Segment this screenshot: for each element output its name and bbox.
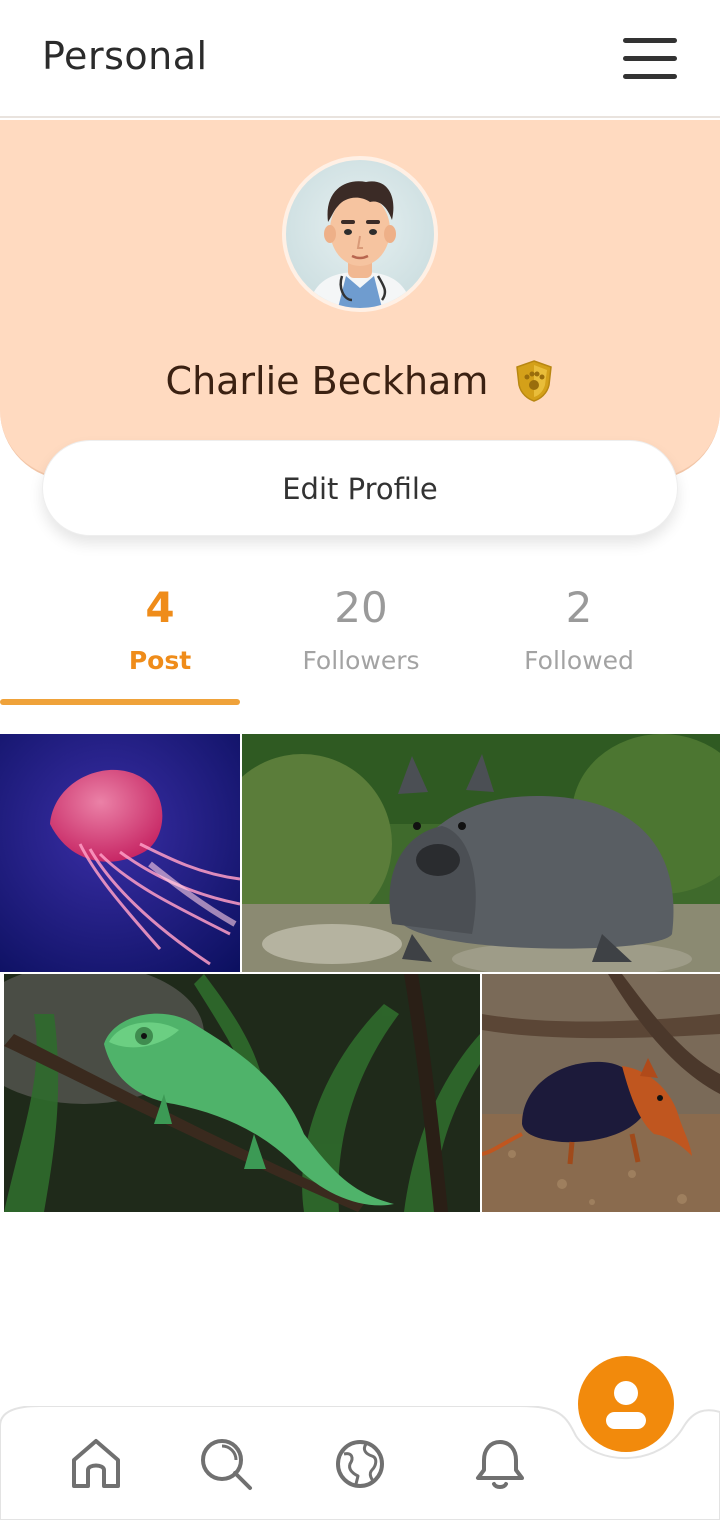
profile-name-row: Charlie Beckham xyxy=(0,356,720,403)
profile-icon xyxy=(606,1381,646,1429)
hamburger-menu-icon[interactable] xyxy=(620,36,680,82)
active-tab-indicator xyxy=(0,699,240,705)
verified-shield-icon xyxy=(514,359,554,403)
profile-screen: Personal Charlie Beckham Edit Profile 4 … xyxy=(0,0,720,1520)
post-elephant-shrew[interactable] xyxy=(482,974,720,1212)
tab-post[interactable]: 4 Post xyxy=(100,580,220,675)
profile-fab-button[interactable] xyxy=(578,1356,674,1452)
tab-followers[interactable]: 20 Followers xyxy=(280,580,442,675)
edit-profile-button[interactable]: Edit Profile xyxy=(42,440,678,536)
followers-count: 20 xyxy=(334,583,388,632)
bell-icon[interactable] xyxy=(472,1436,528,1492)
globe-icon[interactable] xyxy=(332,1436,388,1492)
followers-label: Followers xyxy=(302,646,420,675)
tab-followed[interactable]: 2 Followed xyxy=(500,580,658,675)
home-icon[interactable] xyxy=(68,1436,124,1492)
post-jellyfish[interactable] xyxy=(0,734,240,972)
post-chameleon[interactable] xyxy=(4,974,480,1212)
page-title: Personal xyxy=(42,34,208,78)
app-header: Personal xyxy=(0,0,720,118)
post-wombat[interactable] xyxy=(242,734,720,972)
search-icon[interactable] xyxy=(198,1436,254,1492)
post-count: 4 xyxy=(145,583,175,632)
profile-name: Charlie Beckham xyxy=(165,358,489,403)
followed-label: Followed xyxy=(524,646,634,675)
post-label: Post xyxy=(128,646,192,675)
followed-count: 2 xyxy=(565,583,593,632)
avatar[interactable] xyxy=(282,156,438,312)
